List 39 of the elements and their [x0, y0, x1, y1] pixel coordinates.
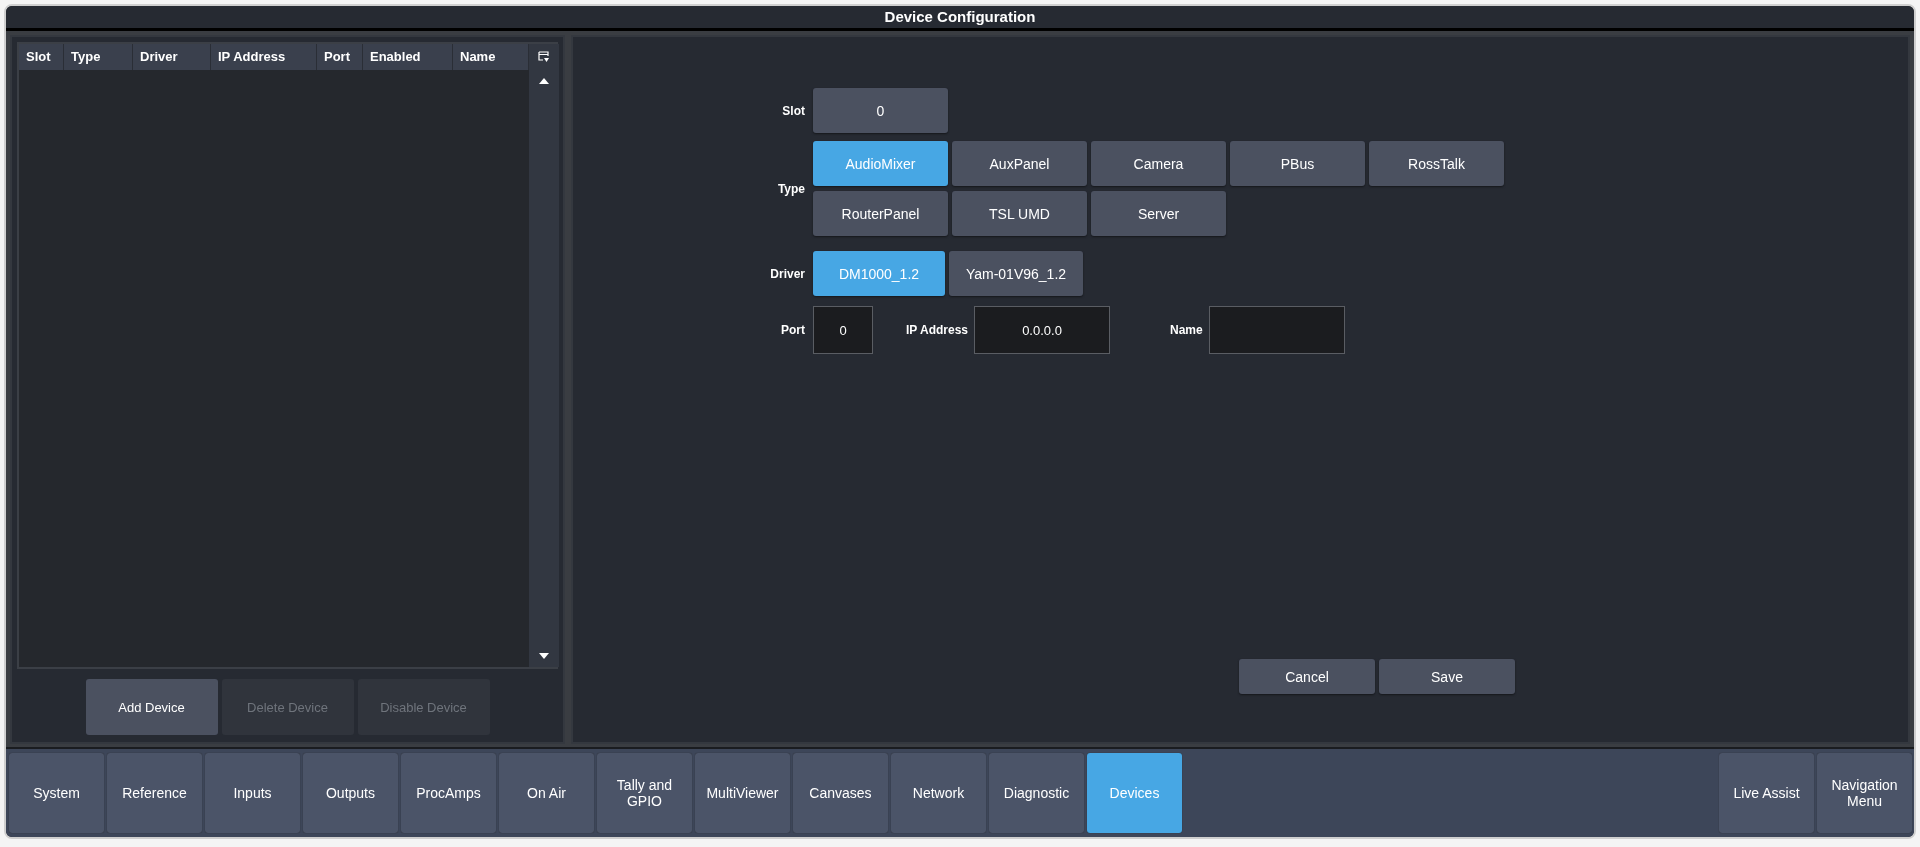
nav-tab[interactable]: Network — [891, 753, 986, 833]
nav-tab[interactable]: Diagnostic — [989, 753, 1084, 833]
field-label: Port — [780, 323, 806, 337]
window-title: Device Configuration — [6, 6, 1914, 31]
field-label: Name — [1170, 323, 1204, 337]
field-label: IP Address — [906, 323, 970, 337]
name-field[interactable] — [1208, 306, 1345, 354]
ip-address-field[interactable]: 0.0.0.0 — [974, 306, 1111, 354]
type-option[interactable]: RouterPanel — [813, 191, 948, 236]
type-option[interactable]: TSL UMD — [952, 191, 1087, 236]
nav-tab[interactable]: ProcAmps — [401, 753, 496, 833]
nav-tab[interactable]: System — [9, 753, 104, 833]
port-field[interactable]: 0 — [813, 306, 873, 354]
nav-tab[interactable]: Outputs — [303, 753, 398, 833]
type-option[interactable]: PBus — [1230, 141, 1365, 186]
slot-button[interactable]: 0 — [813, 88, 948, 133]
nav-tab[interactable]: MultiViewer — [695, 753, 790, 833]
scrollbar[interactable] — [529, 44, 559, 667]
nav-button[interactable]: Live Assist — [1719, 753, 1814, 833]
nav-tab[interactable]: Canvases — [793, 753, 888, 833]
type-option[interactable]: AuxPanel — [952, 141, 1087, 186]
type-option[interactable]: RossTalk — [1369, 141, 1504, 186]
scroll-up-icon[interactable] — [539, 78, 549, 84]
nav-tab[interactable]: On Air — [499, 753, 594, 833]
field-label: Type — [776, 181, 806, 196]
scroll-down-icon[interactable] — [539, 653, 549, 659]
field-label: Driver — [769, 266, 806, 281]
nav-button[interactable]: Navigation Menu — [1817, 753, 1912, 833]
field-label: Slot — [781, 103, 806, 118]
driver-option[interactable]: Yam-01V96_1.2 — [949, 251, 1083, 296]
column-chooser-icon[interactable] — [538, 51, 550, 63]
type-option[interactable]: Camera — [1091, 141, 1226, 186]
form-action-button[interactable]: Cancel — [1239, 659, 1375, 694]
form-action-button[interactable]: Save — [1379, 659, 1515, 694]
type-option[interactable]: Server — [1091, 191, 1226, 236]
device-action-button[interactable]: Add Device — [85, 679, 218, 735]
nav-tab[interactable]: Reference — [107, 753, 202, 833]
nav-tab[interactable]: Inputs — [205, 753, 300, 833]
nav-tab[interactable]: Tally and GPIO — [597, 753, 692, 833]
